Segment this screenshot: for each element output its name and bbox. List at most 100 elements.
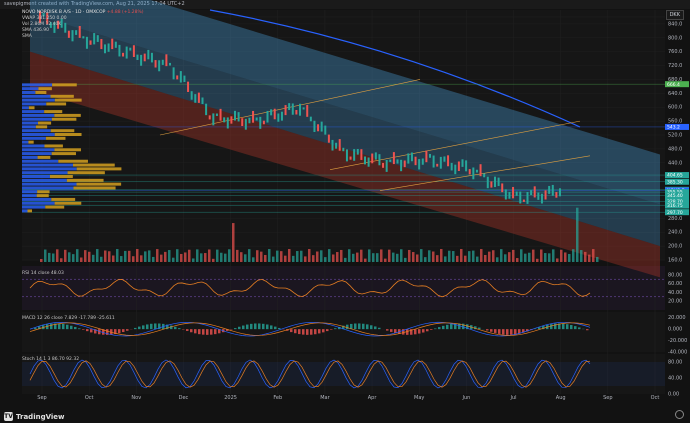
volume-bar (324, 257, 327, 262)
candle (317, 124, 320, 132)
candle (107, 43, 110, 52)
settings-icon[interactable] (675, 410, 684, 419)
volume-bar (164, 251, 167, 262)
macd-histogram-bar (586, 329, 589, 331)
volume-profile-bar (22, 133, 55, 136)
volume-bar (588, 254, 591, 262)
macd-histogram-bar (254, 323, 257, 330)
volume-bar (64, 249, 67, 262)
candle (284, 105, 287, 116)
macd-histogram-bar (242, 325, 245, 330)
volume-profile-bar (22, 163, 74, 167)
candle (197, 92, 200, 103)
candle (400, 159, 403, 172)
volume-bar (96, 249, 99, 262)
macd-histogram-bar (238, 326, 241, 330)
volume-profile-bar (44, 110, 63, 114)
candle (183, 75, 186, 83)
candle (295, 110, 298, 115)
macd-histogram-bar (190, 329, 193, 333)
volume-bar (396, 253, 399, 262)
volume-bar (580, 250, 583, 262)
candle (205, 103, 208, 116)
volume-bar (68, 252, 71, 262)
stoch-label: Stoch 14 1 3 86.70 92.32 (22, 357, 80, 362)
volume-bar (352, 253, 355, 262)
volume-profile-bar (22, 201, 55, 205)
candle (522, 199, 525, 202)
candle (371, 153, 374, 164)
candle (338, 139, 341, 151)
candle (475, 169, 478, 173)
macd-histogram-bar (498, 329, 501, 334)
candle (432, 155, 435, 168)
volume-profile-bar (22, 197, 52, 201)
volume-bar (236, 249, 239, 262)
volume-profile-bar (22, 186, 74, 190)
volume-bar (124, 250, 127, 262)
candle (439, 156, 442, 169)
price-chart[interactable]: Sep Oct Nov Dec 2025 Feb Mar Apr May Jun Jul Aug Sep… (0, 0, 690, 423)
price-tag-label: 345.40 (667, 193, 683, 199)
candle (548, 185, 551, 194)
volume-profile-bar (54, 201, 82, 205)
volume-bar (336, 252, 339, 262)
candle (443, 156, 446, 162)
volume-bar (508, 252, 511, 262)
volume-profile-bar (22, 129, 51, 133)
time-tick: Apr (368, 395, 378, 401)
volume-bar (476, 256, 479, 262)
currency-button[interactable]: DKK (665, 10, 684, 20)
price-tick: 800.0 (668, 35, 682, 41)
macd-histogram-bar (418, 329, 421, 334)
candle (392, 152, 395, 165)
volume-profile-bar (22, 175, 50, 179)
macd-histogram-bar (250, 323, 253, 330)
volume-bar (208, 249, 211, 262)
candle (255, 117, 258, 121)
volume-profile-bar (22, 205, 46, 209)
volume-profile-bar (49, 175, 73, 179)
candle (396, 159, 399, 164)
volume-bar (372, 253, 375, 262)
price-tick: 640.0 (668, 91, 682, 97)
macd-histogram-bar (486, 329, 489, 331)
macd-histogram-bar (442, 325, 445, 330)
macd-histogram-bar (66, 324, 69, 330)
candle (479, 164, 482, 177)
volume-bar (228, 249, 231, 262)
volume-profile-bar (50, 94, 74, 98)
candle (248, 117, 251, 124)
volume-bar (128, 250, 131, 262)
macd-histogram-bar (578, 327, 581, 330)
volume-profile-bar (76, 182, 122, 186)
volume-bar (176, 249, 179, 262)
candle (454, 164, 457, 175)
volume-bar (224, 253, 227, 262)
volume-bar (300, 250, 303, 262)
macd-histogram-bar (138, 326, 141, 330)
legend-symbol[interactable]: NOVO NORDISK B A/S · 1D · OMXCOP (22, 10, 105, 15)
candle (472, 167, 475, 180)
volume-bar (48, 252, 51, 262)
volume-profile-bar (28, 140, 34, 144)
volume-profile-bar (58, 159, 88, 163)
candle (291, 103, 294, 115)
candle (237, 112, 240, 122)
candle (421, 158, 424, 165)
volume-bar (512, 249, 515, 262)
volume-bar (60, 258, 63, 262)
macd-histogram-bar (346, 324, 349, 330)
volume-profile-bar (54, 113, 81, 117)
volume-bar (256, 250, 259, 262)
volume-bar (232, 223, 235, 262)
candle (169, 62, 171, 66)
volume-bar (268, 249, 271, 262)
macd-histogram-bar (422, 329, 425, 333)
macd-histogram-bar (142, 325, 145, 330)
volume-profile-bar (50, 129, 75, 133)
macd-histogram-bar (90, 329, 93, 333)
volume-bar (480, 249, 483, 262)
candle (270, 109, 273, 116)
time-tick: Mar (320, 395, 330, 401)
